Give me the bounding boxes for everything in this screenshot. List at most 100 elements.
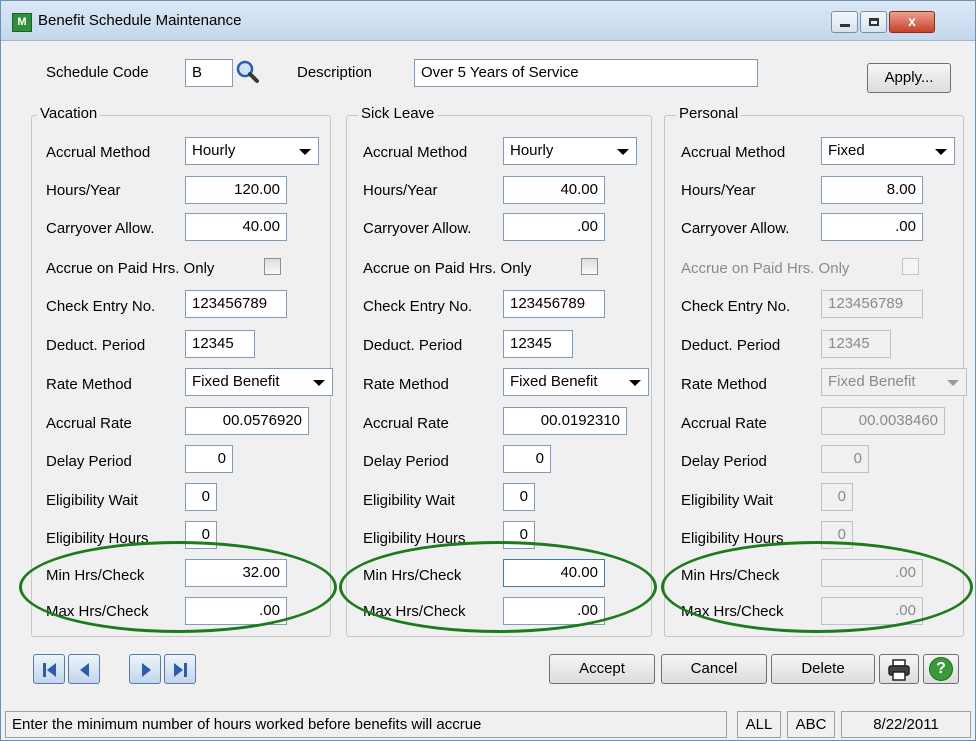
vacation-elig-wait-label: Eligibility Wait bbox=[46, 492, 138, 509]
previous-record-button[interactable] bbox=[68, 654, 100, 684]
print-button[interactable] bbox=[879, 654, 919, 684]
sick-leave-group-title: Sick Leave bbox=[358, 105, 438, 122]
window-title: Benefit Schedule Maintenance bbox=[38, 12, 242, 29]
sick-carryover-label: Carryover Allow. bbox=[363, 220, 472, 237]
sick-rate-method-select[interactable]: Fixed Benefit bbox=[503, 368, 649, 396]
accept-button[interactable]: Accept bbox=[549, 654, 655, 684]
vacation-accrual-rate-input[interactable]: 00.0576920 bbox=[185, 407, 309, 435]
vacation-group-title: Vacation bbox=[37, 105, 101, 122]
vacation-hours-year-label: Hours/Year bbox=[46, 182, 121, 199]
sick-check-entry-input[interactable]: 123456789 bbox=[503, 290, 605, 318]
personal-delay-period-input: 0 bbox=[821, 445, 869, 473]
status-company-code: ABC bbox=[787, 711, 835, 738]
personal-hours-year-input[interactable]: 8.00 bbox=[821, 176, 923, 204]
vacation-carryover-input[interactable]: 40.00 bbox=[185, 213, 287, 241]
vacation-accrual-rate-label: Accrual Rate bbox=[46, 415, 132, 432]
personal-min-hrs-input: .00 bbox=[821, 559, 923, 587]
status-bar: Enter the minimum number of hours worked… bbox=[1, 709, 975, 740]
personal-max-hrs-label: Max Hrs/Check bbox=[681, 603, 784, 620]
cancel-button[interactable]: Cancel bbox=[661, 654, 767, 684]
sick-accrue-paid-checkbox[interactable] bbox=[581, 258, 598, 275]
personal-min-hrs-label: Min Hrs/Check bbox=[681, 567, 780, 584]
personal-carryover-input[interactable]: .00 bbox=[821, 213, 923, 241]
lookup-icon[interactable] bbox=[235, 59, 261, 85]
personal-check-entry-label: Check Entry No. bbox=[681, 298, 791, 315]
sick-carryover-input[interactable]: .00 bbox=[503, 213, 605, 241]
maximize-icon bbox=[869, 18, 879, 26]
vacation-delay-period-input[interactable]: 0 bbox=[185, 445, 233, 473]
description-input[interactable]: Over 5 Years of Service bbox=[414, 59, 758, 87]
personal-rate-method-value: Fixed Benefit bbox=[828, 373, 916, 390]
sick-rate-method-label: Rate Method bbox=[363, 376, 449, 393]
last-record-arrow bbox=[174, 663, 183, 677]
next-record-icon bbox=[142, 663, 151, 677]
vacation-check-entry-input[interactable]: 123456789 bbox=[185, 290, 287, 318]
vacation-min-hrs-input[interactable]: 32.00 bbox=[185, 559, 287, 587]
next-record-button[interactable] bbox=[129, 654, 161, 684]
sick-accrual-rate-input[interactable]: 00.0192310 bbox=[503, 407, 627, 435]
vacation-hours-year-input[interactable]: 120.00 bbox=[185, 176, 287, 204]
help-glyph: ? bbox=[936, 660, 946, 677]
title-bar: M Benefit Schedule Maintenance x bbox=[1, 1, 975, 41]
personal-rate-method-select: Fixed Benefit bbox=[821, 368, 967, 396]
sick-min-hrs-label: Min Hrs/Check bbox=[363, 567, 462, 584]
personal-accrual-method-value: Fixed bbox=[828, 142, 865, 159]
schedule-code-input[interactable]: B bbox=[185, 59, 233, 87]
vacation-deduct-period-label: Deduct. Period bbox=[46, 337, 146, 354]
sick-check-entry-label: Check Entry No. bbox=[363, 298, 473, 315]
vacation-max-hrs-input[interactable]: .00 bbox=[185, 597, 287, 625]
sick-rate-method-value: Fixed Benefit bbox=[510, 373, 598, 390]
sick-max-hrs-input[interactable]: .00 bbox=[503, 597, 605, 625]
personal-max-hrs-input: .00 bbox=[821, 597, 923, 625]
delete-button[interactable]: Delete bbox=[771, 654, 875, 684]
status-message: Enter the minimum number of hours worked… bbox=[5, 711, 727, 738]
app-logo-icon: M bbox=[12, 13, 32, 32]
sick-elig-hours-input[interactable]: 0 bbox=[503, 521, 535, 549]
chevron-down-icon bbox=[935, 149, 947, 155]
vacation-accrue-paid-label: Accrue on Paid Hrs. Only bbox=[46, 260, 215, 277]
description-label: Description bbox=[297, 64, 373, 81]
vacation-rate-method-value: Fixed Benefit bbox=[192, 373, 280, 390]
status-company-scope: ALL bbox=[737, 711, 781, 738]
chevron-down-icon bbox=[299, 149, 311, 155]
minimize-button[interactable] bbox=[831, 11, 858, 33]
personal-elig-wait-label: Eligibility Wait bbox=[681, 492, 773, 509]
personal-delay-period-label: Delay Period bbox=[681, 453, 767, 470]
sick-accrue-paid-label: Accrue on Paid Hrs. Only bbox=[363, 260, 532, 277]
personal-accrual-rate-label: Accrual Rate bbox=[681, 415, 767, 432]
vacation-deduct-period-input[interactable]: 12345 bbox=[185, 330, 255, 358]
vacation-accrue-paid-checkbox[interactable] bbox=[264, 258, 281, 275]
last-record-button[interactable] bbox=[164, 654, 196, 684]
vacation-elig-wait-input[interactable]: 0 bbox=[185, 483, 217, 511]
sick-hours-year-input[interactable]: 40.00 bbox=[503, 176, 605, 204]
vacation-accrual-method-select[interactable]: Hourly bbox=[185, 137, 319, 165]
close-button[interactable]: x bbox=[889, 11, 935, 33]
vacation-check-entry-label: Check Entry No. bbox=[46, 298, 156, 315]
first-record-button[interactable] bbox=[33, 654, 65, 684]
chevron-down-icon bbox=[617, 149, 629, 155]
sick-accrual-rate-label: Accrual Rate bbox=[363, 415, 449, 432]
vacation-elig-hours-input[interactable]: 0 bbox=[185, 521, 217, 549]
vacation-rate-method-select[interactable]: Fixed Benefit bbox=[185, 368, 333, 396]
vacation-accrual-method-label: Accrual Method bbox=[46, 144, 151, 161]
sick-elig-wait-input[interactable]: 0 bbox=[503, 483, 535, 511]
sick-deduct-period-input[interactable]: 12345 bbox=[503, 330, 573, 358]
sick-accrual-method-select[interactable]: Hourly bbox=[503, 137, 637, 165]
first-record-icon bbox=[43, 663, 46, 677]
personal-deduct-period-label: Deduct. Period bbox=[681, 337, 781, 354]
schedule-code-label: Schedule Code bbox=[46, 64, 149, 81]
personal-check-entry-input: 123456789 bbox=[821, 290, 923, 318]
sick-min-hrs-input[interactable]: 40.00 bbox=[503, 559, 605, 587]
chevron-down-icon bbox=[629, 380, 641, 386]
maximize-button[interactable] bbox=[860, 11, 887, 33]
personal-accrual-rate-input: 00.0038460 bbox=[821, 407, 945, 435]
personal-accrual-method-select[interactable]: Fixed bbox=[821, 137, 955, 165]
personal-carryover-label: Carryover Allow. bbox=[681, 220, 790, 237]
sick-accrual-method-label: Accrual Method bbox=[363, 144, 468, 161]
sick-delay-period-input[interactable]: 0 bbox=[503, 445, 551, 473]
personal-elig-wait-input: 0 bbox=[821, 483, 853, 511]
sick-hours-year-label: Hours/Year bbox=[363, 182, 438, 199]
last-record-icon bbox=[184, 663, 187, 677]
help-button[interactable]: ? bbox=[923, 654, 959, 684]
apply-button[interactable]: Apply... bbox=[867, 63, 951, 93]
